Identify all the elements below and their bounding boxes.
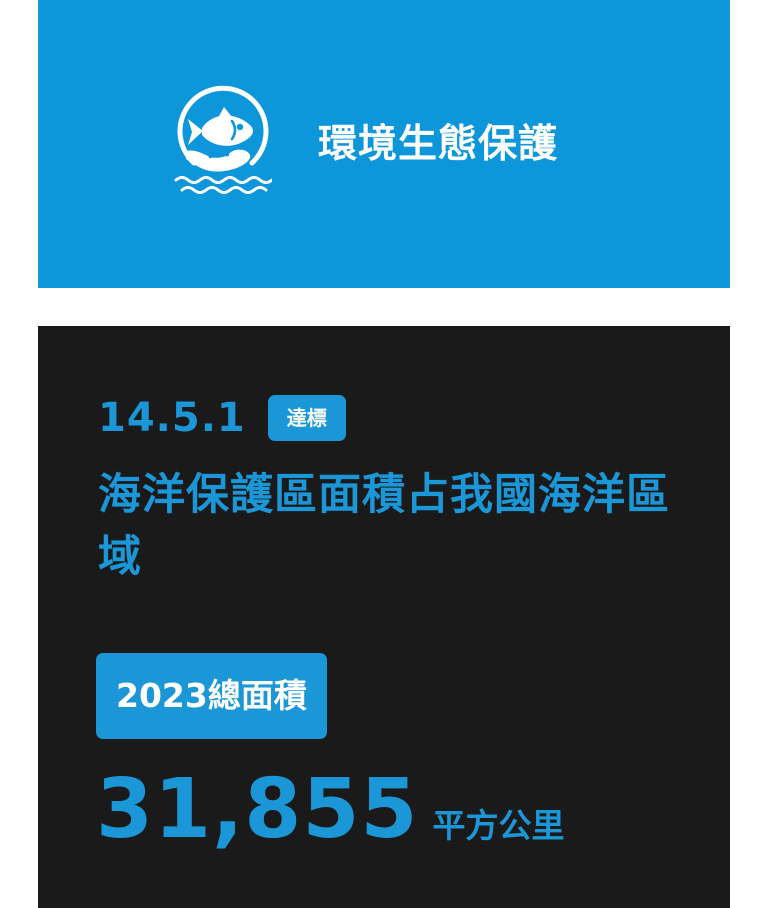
metric-unit: 平方公里: [432, 806, 565, 845]
page-title: 環境生態保護: [317, 122, 558, 167]
indicator-card: 14.5.1 達標 海洋保護區面積占我國海洋區域 2023總面積 31,855 …: [38, 326, 730, 908]
header-banner: 環境生態保護: [38, 0, 730, 288]
metric-label-badge: 2023總面積: [96, 653, 327, 739]
metric-value: 31,855: [96, 762, 419, 857]
status-badge: 達標: [267, 395, 346, 441]
metric-row: 31,855 平方公里: [96, 764, 564, 856]
indicator-title: 海洋保護區面積占我國海洋區域: [98, 470, 670, 582]
indicator-header: 14.5.1 達標: [98, 392, 346, 444]
header-content: 環境生態保護: [172, 85, 558, 197]
fish-in-hand-icon: [174, 85, 272, 194]
indicator-code: 14.5.1: [98, 395, 246, 441]
